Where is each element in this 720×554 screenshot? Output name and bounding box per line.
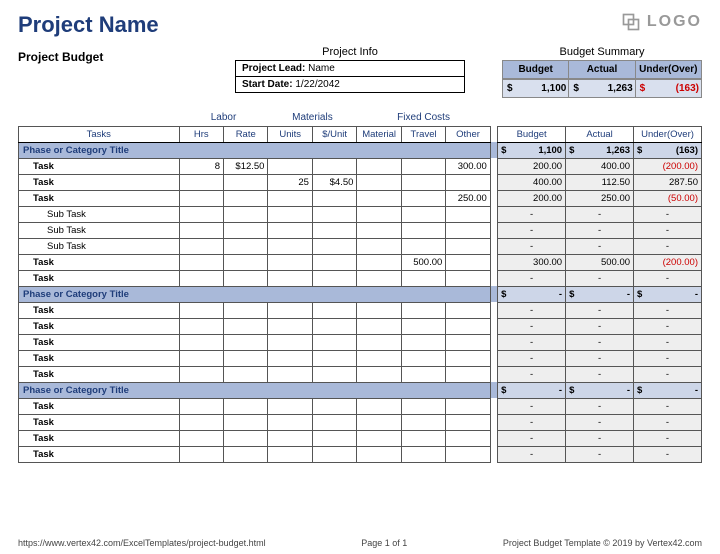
table-row: Sub Task---: [19, 222, 702, 238]
table-row: Task---: [19, 430, 702, 446]
table-row: Task---: [19, 270, 702, 286]
project-lead: Project Lead: Name: [235, 60, 465, 77]
col-underover: Under(Over): [634, 126, 702, 142]
lead-value: Name: [308, 63, 335, 74]
table-row: Task---: [19, 398, 702, 414]
footer-center: Page 1 of 1: [361, 538, 407, 548]
sum-val-actual: $1,263: [569, 79, 635, 98]
footer: https://www.vertex42.com/ExcelTemplates/…: [18, 538, 702, 548]
col-hrs: Hrs: [179, 126, 223, 142]
sum-val-underover: $(163): [636, 79, 702, 98]
table-row: Task---: [19, 446, 702, 462]
start-date: Start Date: 1/22/2042: [235, 77, 465, 93]
footer-left: https://www.vertex42.com/ExcelTemplates/…: [18, 538, 266, 548]
subtitle: Project Budget: [18, 50, 198, 64]
group-labor: Labor: [179, 110, 268, 126]
logo-icon: [621, 12, 641, 32]
col-material: Material: [357, 126, 401, 142]
table-row: Phase or Category Title$-$-$-: [19, 382, 702, 398]
col-tasks: Tasks: [19, 126, 180, 142]
logo: LOGO: [621, 12, 702, 32]
table-row: Sub Task---: [19, 238, 702, 254]
col-rate: Rate: [224, 126, 268, 142]
table-row: Task---: [19, 350, 702, 366]
page: Project Name LOGO Project Budget Project…: [0, 0, 720, 554]
table-row: Task25$4.50400.00112.50287.50: [19, 174, 702, 190]
logo-text: LOGO: [647, 13, 702, 31]
header-row: Project Name LOGO: [18, 12, 702, 44]
budget-summary: Budget Summary Budget Actual Under(Over)…: [502, 46, 702, 98]
col-travel: Travel: [401, 126, 445, 142]
sum-val-budget: $1,100: [502, 79, 569, 98]
table-row: Phase or Category Title$-$-$-: [19, 286, 702, 302]
sum-col-underover: Under(Over): [636, 60, 702, 79]
table-row: Task---: [19, 318, 702, 334]
page-title: Project Name: [18, 12, 159, 38]
summary-heading: Budget Summary: [502, 46, 702, 58]
col-actual: Actual: [566, 126, 634, 142]
table-row: Task500.00300.00500.00(200.00): [19, 254, 702, 270]
info-section: Project Budget Project Info Project Lead…: [18, 46, 702, 98]
lead-label: Project Lead:: [242, 63, 305, 74]
budget-table: Labor Materials Fixed Costs Tasks Hrs Ra…: [18, 110, 702, 463]
table-row: Task---: [19, 334, 702, 350]
col-units: Units: [268, 126, 312, 142]
date-value: 1/22/2042: [295, 79, 340, 90]
group-fixed: Fixed Costs: [357, 110, 490, 126]
table-row: Task8$12.50300.00200.00400.00(200.00): [19, 158, 702, 174]
footer-right: Project Budget Template © 2019 by Vertex…: [503, 538, 702, 548]
col-budget: Budget: [498, 126, 566, 142]
group-materials: Materials: [268, 110, 357, 126]
table-row: Task---: [19, 302, 702, 318]
table-row: Task250.00200.00250.00(50.00): [19, 190, 702, 206]
project-info-heading: Project Info: [235, 46, 465, 58]
sum-col-budget: Budget: [502, 60, 569, 79]
table-row: Phase or Category Title$1,100$1,263$(163…: [19, 142, 702, 158]
col-unitcost: $/Unit: [312, 126, 356, 142]
table-row: Sub Task---: [19, 206, 702, 222]
col-other: Other: [446, 126, 490, 142]
project-info: Project Info Project Lead: Name Start Da…: [235, 46, 465, 93]
sum-col-actual: Actual: [569, 60, 635, 79]
table-row: Task---: [19, 366, 702, 382]
date-label: Start Date:: [242, 79, 293, 90]
table-row: Task---: [19, 414, 702, 430]
